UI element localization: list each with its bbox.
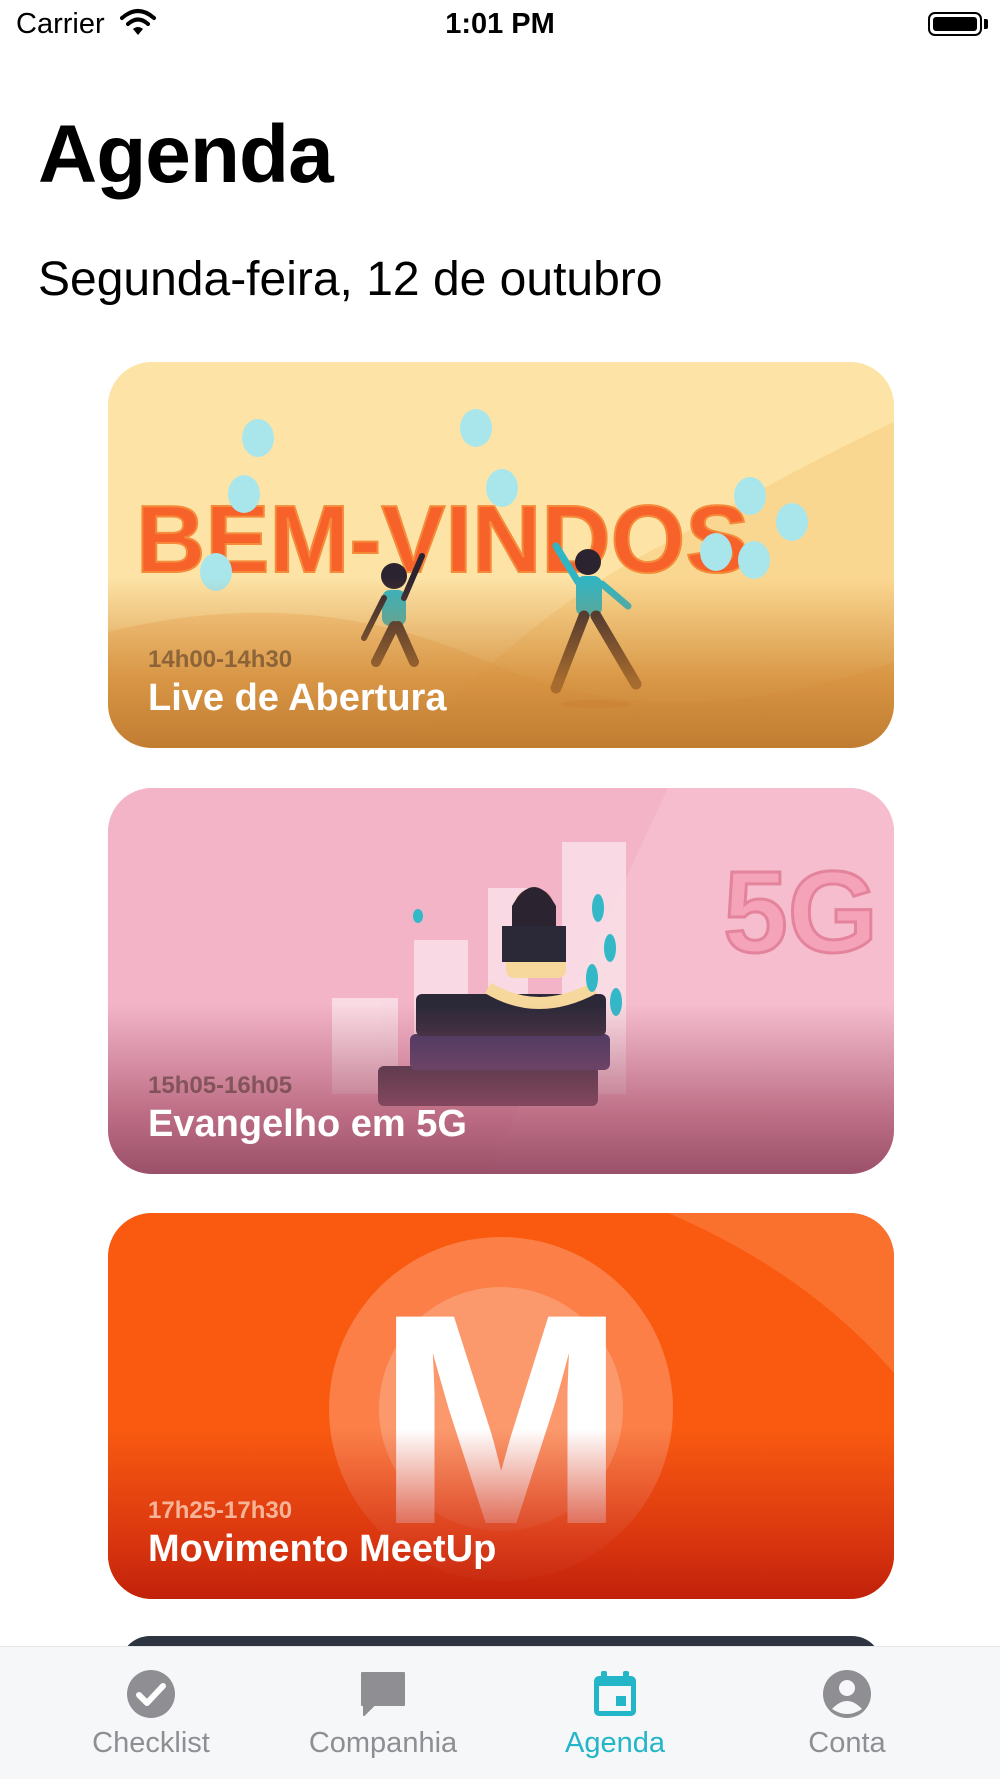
event-title: Evangelho em 5G	[148, 1103, 467, 1145]
status-bar: Carrier 1:01 PM	[0, 0, 1000, 50]
tab-companhia[interactable]: Companhia	[258, 1647, 508, 1779]
event-card-movimento-meetup[interactable]: M 17h25-17h30 Movimento MeetUp	[108, 1213, 894, 1599]
calendar-icon	[594, 1671, 636, 1716]
event-title: Live de Abertura	[148, 677, 447, 719]
event-time: 14h00-14h30	[148, 646, 293, 673]
event-card-evangelho-em-5g[interactable]: 5G 15h05-16h05 Evangelho em 5G	[108, 788, 894, 1174]
event-card-live-de-abertura[interactable]: BEM-VINDOS 14h00-14h30 Live de Abertura	[108, 362, 894, 748]
tab-label: Checklist	[92, 1727, 210, 1759]
tab-label: Agenda	[565, 1727, 665, 1759]
chat-bubble-icon	[361, 1672, 405, 1716]
checkmark-circle-icon	[127, 1670, 175, 1718]
tab-checklist[interactable]: Checklist	[26, 1647, 276, 1779]
tab-bar: Checklist Companhia Agenda Conta	[0, 1646, 1000, 1779]
5g-art-text: 5G	[723, 847, 878, 977]
tab-label: Companhia	[308, 1727, 458, 1759]
person-circle-icon	[823, 1670, 871, 1718]
battery-tip	[984, 19, 988, 29]
page-title: Agenda	[38, 109, 334, 200]
tab-agenda[interactable]: Agenda	[490, 1647, 740, 1779]
event-time: 15h05-16h05	[148, 1072, 293, 1099]
date-heading: Segunda-feira, 12 de outubro	[38, 253, 663, 306]
event-time: 17h25-17h30	[148, 1497, 293, 1524]
status-time: 1:01 PM	[445, 8, 555, 40]
tab-conta[interactable]: Conta	[722, 1647, 972, 1779]
tab-label: Conta	[808, 1727, 886, 1759]
battery-icon	[928, 12, 982, 36]
event-title: Movimento MeetUp	[148, 1528, 497, 1570]
